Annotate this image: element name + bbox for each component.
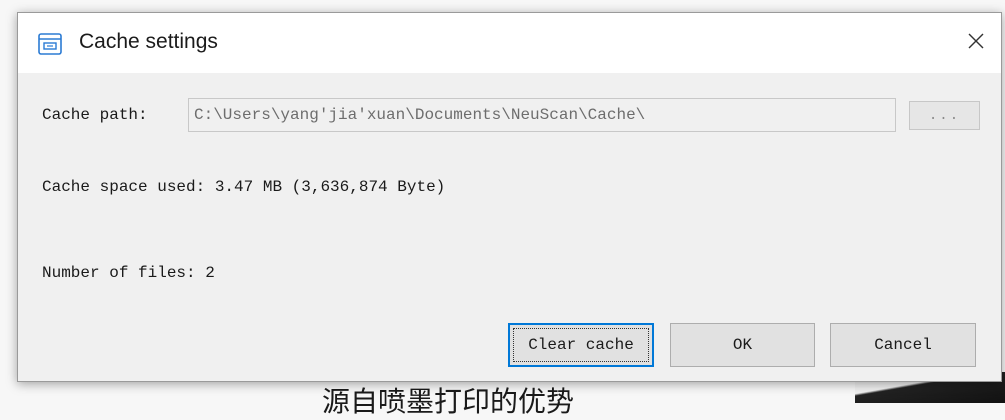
dialog-title: Cache settings <box>79 30 218 53</box>
focus-indicator <box>513 328 649 362</box>
cache-settings-dialog: Cache settings Cache path: ... Cache spa… <box>17 12 1002 382</box>
cancel-label: Cancel <box>874 336 932 354</box>
background-document-text: 源自喷墨打印的优势 <box>322 385 575 418</box>
close-icon <box>967 32 985 55</box>
cancel-button[interactable]: Cancel <box>830 323 976 367</box>
close-button[interactable] <box>951 13 1001 73</box>
ok-label: OK <box>732 336 753 354</box>
browse-button[interactable]: ... <box>909 101 980 130</box>
dialog-titlebar[interactable]: Cache settings <box>18 13 1001 73</box>
cache-path-label: Cache path: <box>42 106 148 124</box>
number-of-files-text: Number of files: 2 <box>42 264 215 282</box>
cache-path-field[interactable] <box>188 98 896 132</box>
clear-cache-button[interactable]: Clear cache <box>508 323 654 367</box>
window-settings-icon <box>38 33 62 55</box>
cache-space-used-text: Cache space used: 3.47 MB (3,636,874 Byt… <box>42 178 446 196</box>
ok-button[interactable]: OK <box>670 323 815 367</box>
